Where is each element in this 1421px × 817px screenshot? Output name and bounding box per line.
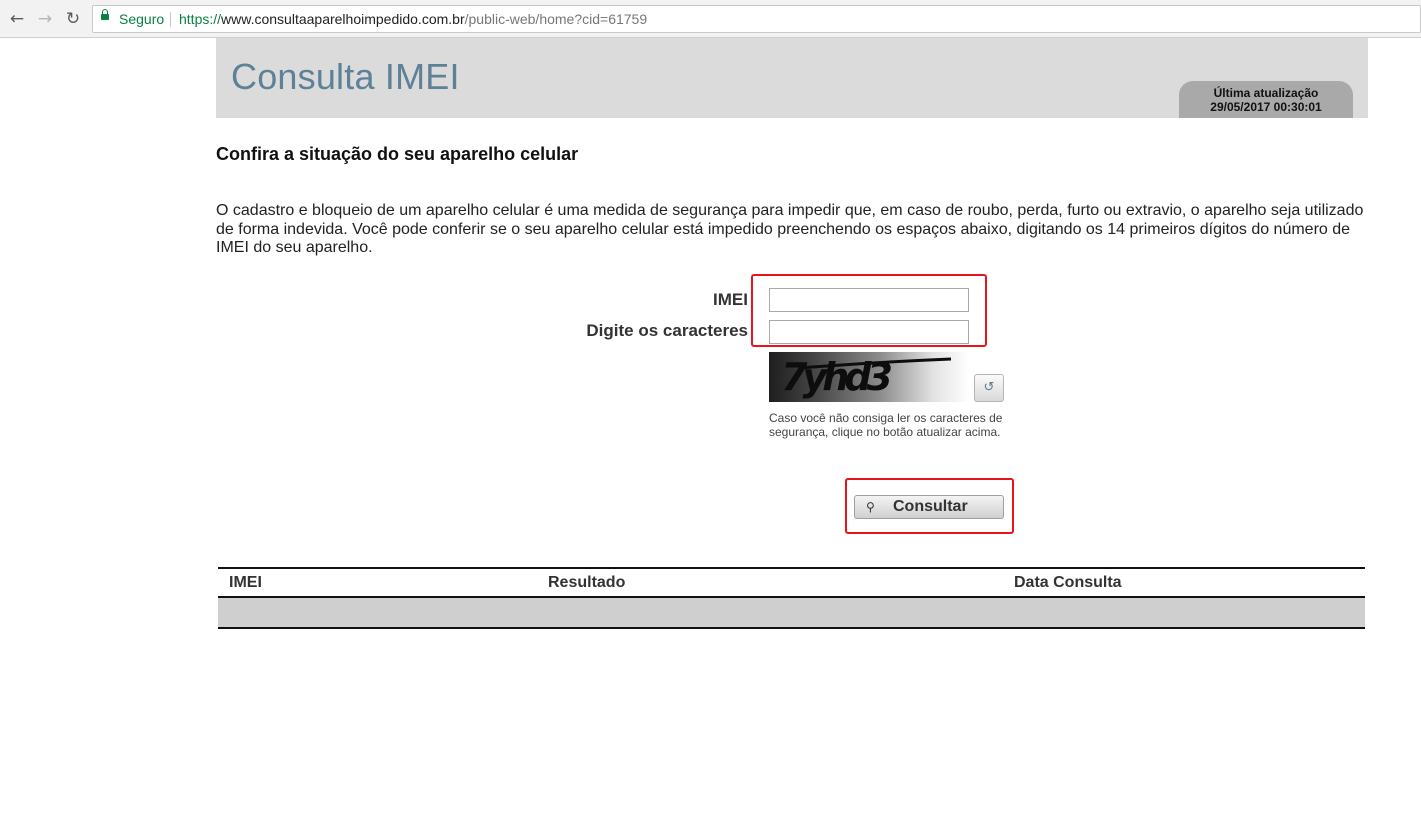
last-update-badge: Última atualização 29/05/2017 00:30:01 [1179, 81, 1353, 118]
lock-icon [101, 9, 109, 20]
captcha-label: Digite os caracteres [586, 321, 748, 340]
url-host: www.consultaaparelhoimpedido.com.br [221, 11, 465, 27]
refresh-icon: ↺ [983, 380, 995, 395]
consultar-button[interactable]: ⚲ Consultar [854, 495, 1004, 519]
table-row [218, 598, 1365, 629]
imei-input[interactable] [769, 288, 969, 312]
refresh-captcha-button[interactable]: ↺ [974, 374, 1004, 402]
forward-arrow-icon[interactable]: → [35, 9, 55, 29]
captcha-input[interactable] [769, 320, 969, 344]
column-header-data-consulta: Data Consulta [1014, 574, 1122, 591]
captcha-help-text: Caso você não consiga ler os caracteres … [769, 411, 1003, 439]
results-table: IMEI Resultado Data Consulta [218, 567, 1365, 629]
page-title: Consulta IMEI [231, 56, 460, 97]
consultar-label: Consultar [893, 498, 968, 515]
section-heading: Confira a situação do seu aparelho celul… [216, 144, 579, 164]
secure-label: Seguro [119, 11, 165, 27]
last-update-label: Última atualização [1213, 86, 1319, 100]
imei-label: IMEI [713, 290, 748, 309]
page-header: Consulta IMEI Última atualização 29/05/2… [216, 38, 1368, 118]
captcha-drawing: 7yhd3 [781, 355, 952, 399]
address-separator [170, 12, 171, 27]
address-bar[interactable]: Seguro https://www.consultaaparelhoimped… [92, 5, 1421, 33]
intro-paragraph: O cadastro e bloqueio de um aparelho cel… [216, 202, 1364, 256]
url-path: /public-web/home?cid=61759 [464, 11, 648, 27]
last-update-value: 29/05/2017 00:30:01 [1210, 100, 1322, 114]
url-text: https://www.consultaaparelhoimpedido.com… [179, 6, 647, 32]
url-scheme: https:// [179, 11, 222, 27]
browser-toolbar: ← → ↻ Seguro https://www.consultaaparelh… [0, 0, 1421, 38]
reload-icon[interactable]: ↻ [63, 9, 83, 29]
column-header-resultado: Resultado [548, 574, 626, 591]
back-arrow-icon[interactable]: ← [7, 9, 27, 29]
results-header: IMEI Resultado Data Consulta [218, 569, 1365, 598]
captcha-image: 7yhd3 [769, 352, 969, 402]
magnifier-icon: ⚲ [866, 500, 875, 514]
column-header-imei: IMEI [229, 574, 262, 591]
